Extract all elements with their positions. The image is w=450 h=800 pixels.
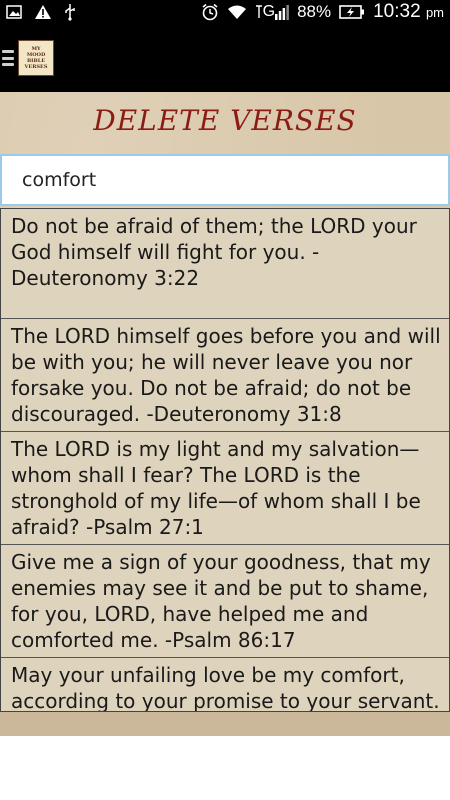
- status-bar: G 88% 10:32 pm: [0, 0, 450, 24]
- verse-item[interactable]: The LORD is my light and my salvation—wh…: [1, 432, 449, 545]
- verse-item[interactable]: May your unfailing love be my comfort, a…: [1, 658, 449, 711]
- image-notification-icon: [6, 3, 22, 21]
- verse-list[interactable]: Do not be afraid of them; the LORD your …: [0, 208, 450, 712]
- warning-icon: [34, 3, 52, 21]
- verse-item[interactable]: The LORD himself goes before you and wil…: [1, 319, 449, 432]
- drawer-menu-icon[interactable]: [2, 47, 14, 69]
- usb-icon: [64, 3, 76, 21]
- clock: 10:32 pm: [373, 1, 444, 23]
- signal-icon: G: [255, 3, 289, 21]
- bottom-background-strip: [0, 712, 450, 736]
- alarm-icon: [201, 3, 219, 21]
- app-bar: MY MOOD BIBLE VERSES: [0, 24, 450, 92]
- verse-item[interactable]: Do not be afraid of them; the LORD your …: [1, 209, 449, 319]
- status-left-icons: [6, 3, 76, 21]
- app-logo[interactable]: MY MOOD BIBLE VERSES: [18, 40, 54, 76]
- status-right-icons: G 88% 10:32 pm: [201, 1, 444, 23]
- network-type-label: G: [262, 3, 276, 20]
- verse-item[interactable]: Give me a sign of your goodness, that my…: [1, 545, 449, 658]
- search-input[interactable]: comfort: [0, 154, 450, 206]
- page-title: DELETE VERSES: [93, 104, 357, 137]
- logo-line: VERSES: [24, 64, 48, 70]
- clock-time: 10:32: [373, 1, 421, 22]
- wifi-icon: [227, 3, 247, 21]
- battery-charging-icon: [339, 3, 365, 21]
- battery-percent: 88%: [297, 2, 332, 21]
- main-content: DELETE VERSES comfort Do not be afraid o…: [0, 92, 450, 736]
- clock-ampm: pm: [425, 5, 444, 20]
